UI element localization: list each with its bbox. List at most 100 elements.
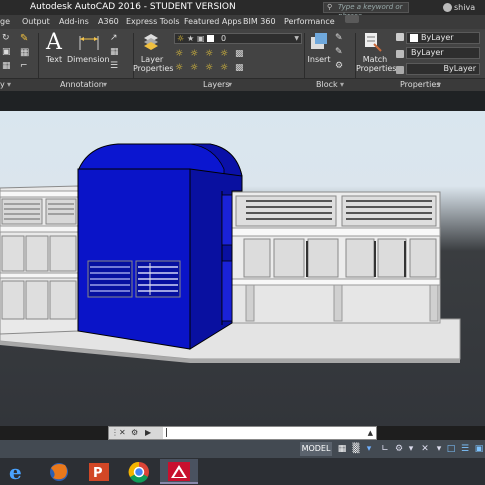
lineweight-dropdown[interactable]: ByLayer: [406, 63, 480, 75]
chevron-down-icon: ▼: [294, 35, 299, 42]
panel-title-block[interactable]: Block: [316, 79, 338, 91]
object-snap-icon[interactable]: □: [446, 444, 456, 454]
markup-icon[interactable]: ☰: [110, 61, 118, 71]
lineweight-icon[interactable]: ☰: [460, 444, 470, 454]
text-button-label[interactable]: Text: [45, 55, 63, 64]
linetype-dropdown[interactable]: ByLayer: [406, 47, 480, 59]
layer-thaw-icon[interactable]: ☼: [190, 63, 198, 73]
drag-handle-icon[interactable]: ⋮: [111, 427, 119, 439]
chrome-icon[interactable]: [120, 459, 158, 484]
user-icon[interactable]: [443, 3, 452, 12]
polar-dropdown-icon[interactable]: ▾: [406, 444, 416, 454]
edit-pencil-icon[interactable]: ✎: [20, 33, 28, 44]
layer-on-icon[interactable]: ☼: [205, 63, 213, 73]
isodraft-icon[interactable]: ✕: [420, 444, 430, 454]
edit-block-icon[interactable]: ✎: [335, 47, 343, 57]
layer-isolate-icon[interactable]: ☼: [190, 49, 198, 59]
table-icon[interactable]: ▦: [110, 47, 119, 57]
layer-dropdown[interactable]: ☼ ★ ▣ 0 ▼: [174, 33, 302, 44]
layer-off-icon[interactable]: ☼: [175, 49, 183, 59]
dimension-icon[interactable]: [78, 34, 100, 52]
fillet-icon[interactable]: ⌐: [20, 61, 28, 71]
insert-block-icon[interactable]: [309, 32, 329, 52]
layer-properties-icon[interactable]: [143, 33, 159, 51]
grid-icon[interactable]: ▦: [337, 444, 347, 454]
array-icon[interactable]: ▦: [20, 47, 29, 58]
powerpoint-icon[interactable]: P: [80, 459, 118, 484]
internet-explorer-icon[interactable]: e: [0, 459, 38, 484]
text-icon[interactable]: A: [46, 30, 62, 55]
tab-add-ins[interactable]: Add-ins: [59, 15, 89, 29]
selection-cycling-icon[interactable]: ▣: [474, 444, 484, 454]
sun-icon: ★: [187, 34, 195, 43]
attribute-icon[interactable]: ⚙: [335, 61, 343, 71]
chevron-down-icon[interactable]: ▾: [437, 79, 441, 91]
color-icon: [396, 33, 404, 41]
tab-a360[interactable]: A360: [98, 15, 119, 29]
chevron-down-icon[interactable]: ▾: [228, 79, 232, 91]
layer-unisolate-icon[interactable]: ☼: [175, 63, 183, 73]
ribbon-toggle-icon[interactable]: [345, 15, 359, 23]
modify-icon[interactable]: ↻: [2, 33, 10, 43]
command-line-controls: ⋮ ✕ ⚙ ▶: [109, 427, 163, 439]
chevron-up-icon[interactable]: ▲: [368, 427, 373, 439]
panel-title-properties[interactable]: Properties: [400, 79, 440, 91]
blue-cabinet[interactable]: [77, 143, 243, 350]
model-tab[interactable]: MODEL: [300, 442, 332, 456]
command-input[interactable]: |: [165, 427, 168, 439]
scale-icon[interactable]: ▦: [2, 61, 11, 71]
layer-unlock-icon[interactable]: ☼: [220, 63, 228, 73]
title-bar: Autodesk AutoCAD 2016 - STUDENT VERSION …: [0, 0, 485, 20]
snap-dropdown-icon[interactable]: ▾: [364, 444, 374, 454]
linetype-icon: [396, 50, 404, 58]
snap-icon[interactable]: ▒: [351, 444, 361, 454]
taskbar: e P: [0, 458, 485, 485]
insert-button-label[interactable]: Insert: [304, 55, 334, 64]
drawing-viewport[interactable]: [0, 91, 485, 426]
tab-express-tools[interactable]: Express Tools: [126, 15, 180, 29]
panel-title-annotation[interactable]: Annotation: [60, 79, 104, 91]
wrench-icon[interactable]: ⚙: [131, 427, 138, 439]
chevron-down-icon[interactable]: ▾: [103, 79, 107, 91]
match-properties-icon[interactable]: [364, 32, 382, 52]
dimension-button-label[interactable]: Dimension: [67, 55, 110, 64]
stretch-icon[interactable]: ▣: [2, 47, 11, 57]
layer-match-icon[interactable]: ▩: [235, 49, 244, 59]
tab-featured-apps[interactable]: Featured Apps: [184, 15, 242, 29]
layer-name: 0: [221, 34, 227, 43]
ribbon-tabs: ge Output Add-ins A360 Express Tools Fea…: [0, 15, 485, 29]
layer-properties-label[interactable]: Layer Properties: [133, 55, 173, 73]
command-line[interactable]: ⋮ ✕ ⚙ ▶ | ▲: [108, 426, 377, 440]
chevron-down-icon[interactable]: ▾: [340, 79, 344, 91]
color-dropdown[interactable]: ByLayer: [406, 32, 480, 44]
model-3d-view: [0, 143, 461, 363]
tab-manage[interactable]: ge: [0, 15, 10, 29]
close-icon[interactable]: ✕: [119, 427, 126, 439]
tab-performance[interactable]: Performance: [284, 15, 335, 29]
panel-title-modify[interactable]: y: [0, 79, 5, 91]
layer-walk-icon[interactable]: ▩: [235, 63, 244, 73]
status-bar: MODEL ▦ ▒ ▾ ∟ ⚙ ▾ ✕ ▾ □ ☰ ▣: [0, 440, 485, 458]
autocad-icon[interactable]: [160, 459, 198, 484]
linetype-value: ByLayer: [411, 48, 444, 57]
user-name[interactable]: shiva: [454, 0, 475, 15]
layer-freeze-icon[interactable]: ☼: [205, 49, 213, 59]
isodraft-dropdown-icon[interactable]: ▾: [434, 444, 444, 454]
search-icon: ⚲: [327, 3, 333, 11]
leader-icon[interactable]: ↗: [110, 33, 118, 43]
lock-icon: ▣: [197, 34, 205, 43]
tab-bim-360[interactable]: BIM 360: [243, 15, 276, 29]
search-input[interactable]: ⚲ Type a keyword or phrase: [323, 2, 409, 20]
tab-output[interactable]: Output: [22, 15, 50, 29]
match-properties-label[interactable]: Match Properties: [356, 55, 396, 73]
firefox-icon[interactable]: [40, 459, 78, 484]
lineweight-value: ByLayer: [443, 64, 476, 73]
layer-lock-icon[interactable]: ☼: [220, 49, 228, 59]
right-shelving-unit: [231, 191, 441, 324]
ortho-icon[interactable]: ∟: [380, 444, 390, 454]
panel-title-layers[interactable]: Layers: [203, 79, 229, 91]
polar-icon[interactable]: ⚙: [394, 444, 404, 454]
command-prompt-icon[interactable]: ▶: [145, 427, 151, 439]
create-block-icon[interactable]: ✎: [335, 33, 343, 43]
chevron-down-icon[interactable]: ▾: [7, 79, 11, 91]
